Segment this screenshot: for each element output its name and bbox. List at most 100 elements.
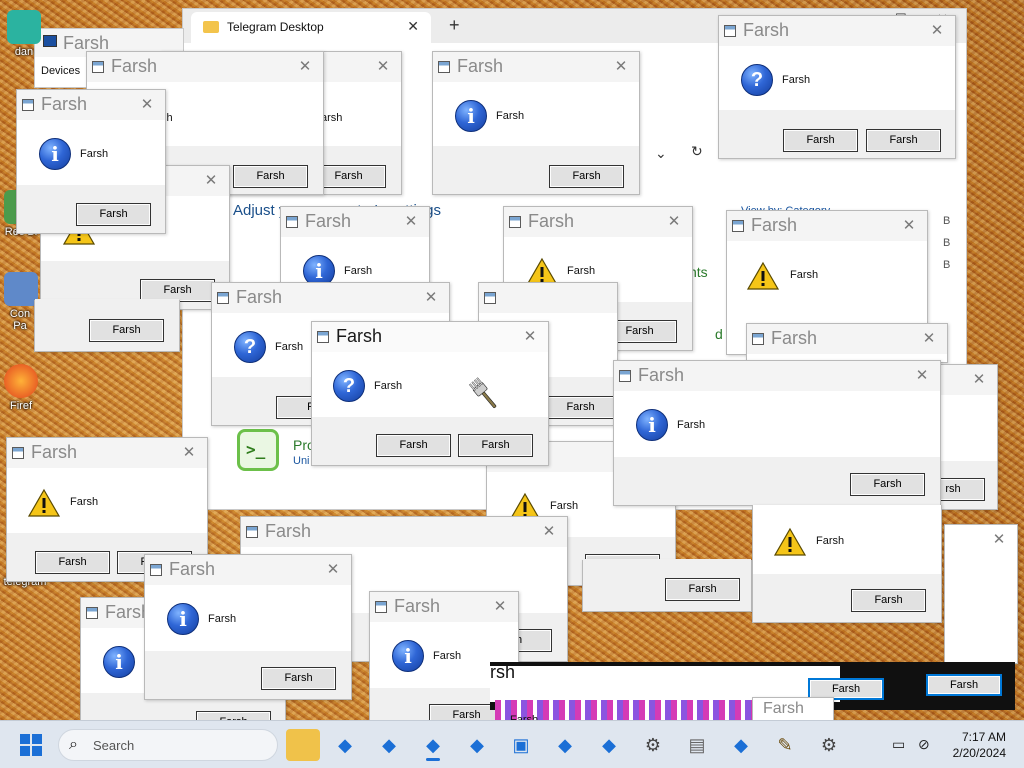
farsh-button[interactable]: Farsh bbox=[665, 578, 740, 601]
taskbar-clock[interactable]: 7:17 AM 2/20/2024 bbox=[953, 729, 1006, 761]
farsh-button[interactable]: Farsh bbox=[549, 165, 624, 188]
close-icon[interactable]: ✕ bbox=[914, 366, 930, 384]
farsh-button[interactable]: Farsh bbox=[783, 129, 858, 152]
dialog-message: Farsh bbox=[208, 613, 237, 625]
dialog-title: Farsh bbox=[31, 442, 78, 462]
app-icon bbox=[724, 25, 736, 37]
desktop-icon-firefox[interactable]: Firef bbox=[4, 364, 38, 412]
file-explorer-icon[interactable] bbox=[286, 729, 320, 761]
explorer-tab[interactable]: Telegram Desktop ✕ bbox=[191, 12, 431, 43]
app-icon bbox=[286, 216, 298, 228]
close-icon[interactable]: ✕ bbox=[921, 329, 937, 347]
app-icon bbox=[732, 220, 744, 232]
start-button[interactable] bbox=[20, 734, 42, 756]
app-taskbar-icon[interactable]: ◆ bbox=[724, 729, 758, 761]
user-folder-icon bbox=[7, 10, 41, 44]
farsh-button-2[interactable]: Farsh bbox=[866, 129, 941, 152]
farsh-button[interactable]: Farsh bbox=[543, 396, 618, 419]
folder-icon bbox=[203, 21, 219, 33]
info-icon: i bbox=[167, 603, 199, 635]
programs-subtitle[interactable]: Uni bbox=[293, 455, 310, 467]
message-dialog: Farsh ✕ ? Farsh Farsh Farsh bbox=[718, 15, 956, 159]
app-taskbar-icon-active[interactable]: ◆ bbox=[416, 729, 450, 761]
app-taskbar-icon[interactable]: ✎ bbox=[768, 729, 802, 761]
dialog-message: Farsh bbox=[433, 650, 462, 662]
info-icon: i bbox=[39, 138, 71, 170]
dialog-title: Farsh bbox=[336, 326, 383, 346]
close-icon[interactable]: ✕ bbox=[991, 530, 1007, 548]
app-taskbar-icon[interactable]: ▤ bbox=[680, 729, 714, 761]
message-dialog-fragment: ✕ rsh bbox=[921, 364, 998, 510]
dialog-title: Farsh bbox=[305, 211, 352, 231]
desktop-icon-control-panel[interactable]: Con Pa bbox=[4, 272, 38, 332]
farsh-button-2[interactable]: Farsh bbox=[458, 434, 533, 457]
close-icon[interactable]: ✕ bbox=[929, 21, 945, 39]
close-icon[interactable]: ✕ bbox=[971, 370, 987, 388]
network-icon[interactable]: ▭ bbox=[892, 736, 905, 753]
app-taskbar-icon[interactable]: ◆ bbox=[548, 729, 582, 761]
volume-muted-icon[interactable]: ⊘ bbox=[918, 736, 930, 753]
app-icon bbox=[22, 99, 34, 111]
farsh-button-2[interactable]: Farsh bbox=[926, 674, 1002, 696]
category-link-text-2[interactable]: d bbox=[715, 326, 723, 342]
programs-icon: >_ bbox=[237, 429, 279, 471]
firefox-icon bbox=[4, 364, 38, 398]
dialog-title: Farsh bbox=[111, 56, 158, 76]
app-taskbar-icon[interactable]: ◆ bbox=[328, 729, 362, 761]
app-taskbar-icon[interactable]: ◆ bbox=[592, 729, 626, 761]
farsh-button[interactable]: Farsh bbox=[850, 473, 925, 496]
farsh-button[interactable]: Farsh bbox=[261, 667, 336, 690]
close-icon[interactable]: ✕ bbox=[492, 597, 508, 615]
desktop-icon-label: dan bbox=[14, 46, 34, 58]
app-taskbar-icon[interactable]: ◆ bbox=[372, 729, 406, 761]
app-icon bbox=[752, 333, 764, 345]
close-icon[interactable]: ✕ bbox=[181, 443, 197, 461]
close-icon[interactable]: ✕ bbox=[139, 95, 155, 113]
close-icon[interactable]: ✕ bbox=[325, 560, 341, 578]
side-letter: B bbox=[943, 259, 951, 271]
message-dialog: Farsh ✕ i Farsh Farsh bbox=[16, 89, 166, 234]
warning-icon bbox=[746, 261, 780, 291]
close-icon[interactable]: ✕ bbox=[901, 216, 917, 234]
glitch-text: rsh bbox=[490, 662, 516, 682]
close-icon[interactable]: ✕ bbox=[522, 327, 538, 345]
close-icon[interactable]: ✕ bbox=[613, 57, 629, 75]
settings-icon-2[interactable]: ⚙ bbox=[812, 729, 846, 761]
warning-icon bbox=[27, 488, 61, 518]
app-icon bbox=[509, 216, 521, 228]
close-icon[interactable]: ✕ bbox=[403, 212, 419, 230]
farsh-button[interactable]: Farsh bbox=[35, 551, 110, 574]
dialog-title: Farsh bbox=[265, 521, 312, 541]
message-dialog: Farsh ✕ i Farsh Farsh bbox=[432, 51, 640, 195]
message-dialog: Farsh ✕ bbox=[746, 323, 948, 363]
app-icon bbox=[619, 370, 631, 382]
farsh-button[interactable]: Farsh bbox=[851, 589, 926, 612]
close-icon[interactable]: ✕ bbox=[375, 57, 391, 75]
refresh-icon[interactable]: ↻ bbox=[691, 143, 703, 160]
settings-icon[interactable]: ⚙ bbox=[636, 729, 670, 761]
close-tab-icon[interactable]: ✕ bbox=[407, 18, 419, 35]
monitor-taskbar-icon[interactable]: ▣ bbox=[504, 729, 538, 761]
close-icon[interactable]: ✕ bbox=[541, 522, 557, 540]
close-icon[interactable]: ✕ bbox=[666, 212, 682, 230]
new-tab-icon[interactable]: + bbox=[449, 15, 460, 36]
farsh-button[interactable]: Farsh bbox=[376, 434, 451, 457]
taskbar-search[interactable]: ⌕ Search bbox=[58, 729, 278, 761]
farsh-button[interactable]: Farsh bbox=[233, 165, 308, 188]
farsh-button[interactable]: Farsh bbox=[76, 203, 151, 226]
devices-tab[interactable]: Devices bbox=[41, 65, 80, 77]
desktop-icon-user[interactable]: dan bbox=[4, 10, 44, 58]
farsh-button[interactable]: Farsh bbox=[89, 319, 164, 342]
dialog-message: Farsh bbox=[567, 265, 596, 277]
app-icon bbox=[246, 526, 258, 538]
close-icon[interactable]: ✕ bbox=[297, 57, 313, 75]
dialog-message: Farsh bbox=[275, 341, 304, 353]
dialog-title: Farsh bbox=[41, 94, 88, 114]
info-icon: i bbox=[392, 640, 424, 672]
chevron-down-icon[interactable]: ⌄ bbox=[655, 145, 667, 162]
app-icon bbox=[217, 292, 229, 304]
close-icon[interactable]: ✕ bbox=[423, 288, 439, 306]
dialog-title: Farsh bbox=[763, 700, 804, 717]
app-taskbar-icon[interactable]: ◆ bbox=[460, 729, 494, 761]
close-icon[interactable]: ✕ bbox=[203, 171, 219, 189]
